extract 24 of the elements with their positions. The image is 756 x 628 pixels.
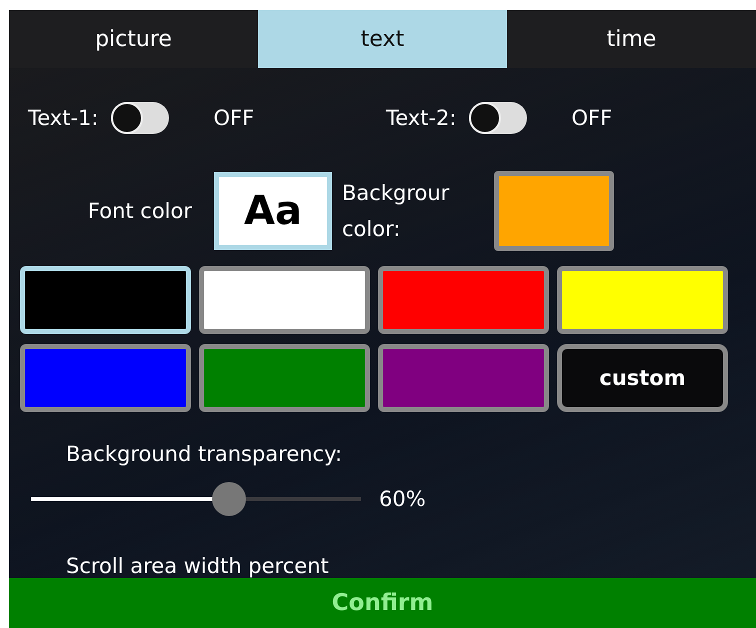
scroll-width-label: Scroll area width percent [66,554,330,578]
color-swatch[interactable] [378,344,549,412]
toggle-state: OFF [214,106,254,130]
transparency-value: 60% [379,487,426,511]
toggle-switch[interactable] [468,102,526,134]
transparency-slider[interactable] [31,482,361,516]
toggle-label: Text-2: [386,106,456,130]
color-swatch[interactable] [20,344,191,412]
color-swatch[interactable] [20,266,191,334]
font-color-label: Font color [86,199,192,223]
background-color-label: Backgrour color: [342,180,450,243]
toggle-switch[interactable] [110,102,168,134]
tab[interactable]: text [258,10,507,68]
color-swatch[interactable] [199,344,370,412]
transparency-label: Background transparency: [66,442,344,466]
color-swatch[interactable] [557,266,728,334]
confirm-button[interactable]: Confirm [9,578,756,628]
custom-color-button[interactable]: custom [557,344,728,412]
font-color-preview[interactable]: Aa [214,172,332,250]
toggle-state: OFF [572,106,612,130]
toggle-label: Text-1: [28,106,98,130]
background-color-swatch[interactable] [494,171,614,251]
color-swatch[interactable] [378,266,549,334]
color-swatch[interactable] [199,266,370,334]
